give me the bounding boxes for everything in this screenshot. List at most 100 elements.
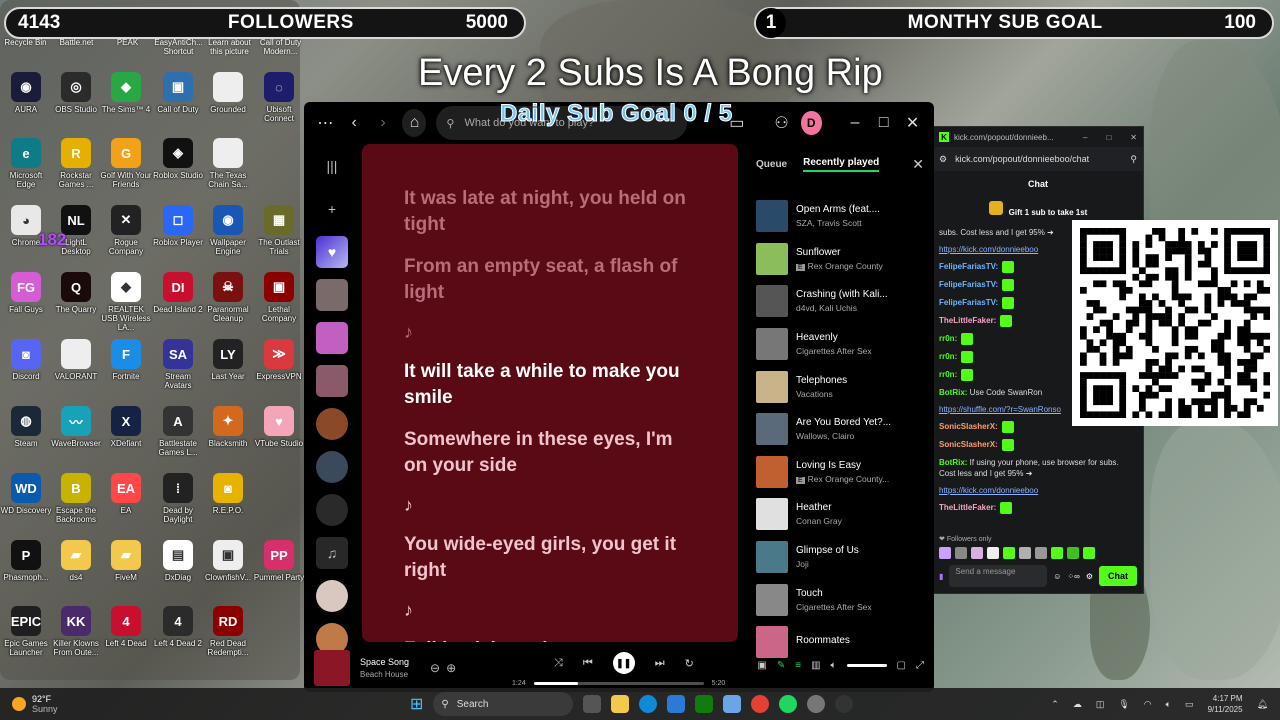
kicks-icon[interactable]: ⁘∞ <box>1067 572 1079 581</box>
emote-icon[interactable] <box>1035 547 1047 559</box>
desktop-icon[interactable]: Q The Quarry <box>50 272 102 314</box>
obs-icon[interactable] <box>835 695 854 713</box>
edge-icon[interactable] <box>639 695 658 713</box>
emote-icon[interactable] <box>939 547 951 559</box>
desktop-icon[interactable]: LY Last Year <box>202 339 254 381</box>
emote-icon[interactable] <box>987 547 999 559</box>
minimize-icon[interactable]: – <box>846 114 865 132</box>
desktop-icon[interactable]: ⁞ Dead by Daylight <box>152 473 204 524</box>
desktop-icon[interactable]: ◙ R.E.P.O. <box>202 473 254 515</box>
tab-queue[interactable]: Queue <box>756 159 787 170</box>
spotify-icon[interactable] <box>779 695 798 713</box>
track-row[interactable]: Telephones Vacations <box>756 365 924 408</box>
home-icon[interactable]: ⌂ <box>402 109 427 137</box>
lyrics-icon[interactable]: ✎ <box>777 660 785 671</box>
desktop-icon[interactable]: ✕ Rogue Company <box>100 205 152 256</box>
desktop-icon[interactable]: A Battlestate Games L... <box>152 406 204 457</box>
desktop-icon[interactable]: The Texas Chain Sa... <box>202 138 254 189</box>
desktop-icon[interactable]: ♥ VTube Studio <box>253 406 305 448</box>
back-icon[interactable]: ‹ <box>345 114 364 132</box>
lyric-line[interactable]: ♪ <box>404 322 696 343</box>
add-icon[interactable]: ⊕ <box>446 661 456 675</box>
desktop-icon[interactable]: ▦ The Outlast Trials <box>253 205 305 256</box>
chat-username[interactable]: TheLittleFaker: <box>939 503 996 512</box>
desktop-icon[interactable]: ◉ Wallpaper Engine <box>202 205 254 256</box>
chat-username[interactable]: FelipeFariasTV: <box>939 298 998 307</box>
taskbar-search[interactable]: ⚲ Search <box>433 692 574 716</box>
desktop-icon[interactable]: 4 Left 4 Dead <box>100 606 152 648</box>
desktop-icon[interactable]: DI Dead Island 2 <box>152 272 204 314</box>
track-row[interactable]: Loving Is Easy E Rex Orange County... <box>756 451 924 494</box>
chat-username[interactable]: SonicSlasherX: <box>939 440 998 449</box>
chat-username[interactable]: BotRix: <box>939 388 967 397</box>
desktop-icon-label[interactable]: Call of Duty Modern... <box>255 38 306 56</box>
shuffle-icon[interactable]: ⤨ <box>554 657 563 670</box>
site-info-icon[interactable]: ⚙ <box>939 154 947 165</box>
friends-icon[interactable]: ⚇ <box>772 113 791 133</box>
desktop-icon-label[interactable]: Learn about this picture <box>204 38 255 56</box>
previous-icon[interactable]: ⏮ <box>583 657 593 670</box>
artist-avatar[interactable] <box>316 408 348 440</box>
lyric-line[interactable]: You wide-eyed girls, you get it right <box>404 532 696 584</box>
lyric-line[interactable]: ♪ <box>404 495 696 516</box>
repeat-icon[interactable]: ↻ <box>685 657 694 670</box>
maximize-icon[interactable]: □ <box>874 114 893 132</box>
emote-icon[interactable] <box>1051 547 1063 559</box>
desktop-icon[interactable]: ≫ ExpressVPN <box>253 339 305 381</box>
notifications-icon[interactable]: 🔔︎ <box>1257 699 1268 710</box>
desktop-icon[interactable]: F Fortnite <box>100 339 152 381</box>
emote-icon[interactable] <box>971 547 983 559</box>
now-playing-artist[interactable]: Beach House <box>360 670 420 679</box>
desktop-icon[interactable]: 〰 WaveBrowser <box>50 406 102 448</box>
chat-message[interactable]: https://kick.com/donnieeboo <box>939 485 1137 496</box>
desktop-icon[interactable]: EA EA <box>100 473 152 515</box>
desktop-icon[interactable]: EPIC Epic Games Launcher <box>0 606 52 657</box>
artist-avatar[interactable] <box>316 494 348 526</box>
emote-icon[interactable] <box>955 547 967 559</box>
track-row[interactable]: Touch Cigarettes After Sex <box>756 578 924 621</box>
file-explorer-icon[interactable] <box>611 695 630 713</box>
desktop-icon-label[interactable]: Recycle Bin <box>0 38 51 56</box>
desktop-icon[interactable]: ▣ Call of Duty <box>152 72 204 114</box>
desktop-icon[interactable]: ◆ REALTEK USB Wireless LA... <box>100 272 152 332</box>
close-icon[interactable]: ✕ <box>1130 133 1137 142</box>
onedrive-icon[interactable]: ☁ <box>1073 699 1082 710</box>
chat-message[interactable]: BotRix: If using your phone, use browser… <box>939 457 1137 479</box>
desktop-icon[interactable]: ◻ Roblox Player <box>152 205 204 247</box>
settings-icon[interactable] <box>807 695 826 713</box>
playlist-cover[interactable] <box>316 365 348 397</box>
queue-icon[interactable]: ≡ <box>795 660 801 671</box>
desktop-icon[interactable]: RD Red Dead Redempti... <box>202 606 254 657</box>
chat-username[interactable]: SonicSlasherX: <box>939 422 998 431</box>
desktop-icon[interactable]: ▤ DxDiag <box>152 540 204 582</box>
track-row[interactable]: Heavenly Cigarettes After Sex <box>756 323 924 366</box>
mic-icon[interactable]: 🎙︎ <box>1118 699 1129 710</box>
desktop-icon[interactable]: PP Pummel Party <box>253 540 305 582</box>
desktop-icon[interactable]: ◉ AURA <box>0 72 52 114</box>
now-playing-cover[interactable] <box>314 650 350 686</box>
minimize-icon[interactable]: – <box>1083 133 1087 142</box>
desktop-icon[interactable]: R Rockstar Games ... <box>50 138 102 189</box>
desktop-icon[interactable]: KK Killer Klowns From Oute... <box>50 606 102 657</box>
progress-bar[interactable] <box>533 682 704 685</box>
emote-icon[interactable] <box>1083 547 1095 559</box>
playlist-cover[interactable] <box>316 322 348 354</box>
chat-text[interactable]: https://kick.com/donnieeboo <box>939 245 1038 254</box>
next-icon[interactable]: ⏭ <box>655 657 665 670</box>
lyric-line[interactable]: Fall back into place <box>404 637 696 642</box>
desktop-icon[interactable]: SA Stream Avatars <box>152 339 204 390</box>
weather-widget[interactable]: 92°F Sunny <box>0 694 58 714</box>
emote-icon[interactable] <box>1067 547 1079 559</box>
desktop-icon[interactable]: ▣ ClownfishV... <box>202 540 254 582</box>
chat-username[interactable]: TheLittleFaker: <box>939 316 996 325</box>
desktop-icon[interactable]: X XDefiant <box>100 406 152 448</box>
artist-avatar[interactable] <box>316 580 348 612</box>
chat-username[interactable]: FelipeFariasTV: <box>939 280 998 289</box>
chat-username[interactable]: BotRix: <box>939 458 967 467</box>
lyric-line[interactable]: It will take a while to make you smile <box>404 359 696 411</box>
chat-send-button[interactable]: Chat <box>1099 566 1137 586</box>
forward-icon[interactable]: › <box>374 114 393 132</box>
library-icon[interactable]: ||| <box>316 150 348 182</box>
chat-username[interactable]: rr0n: <box>939 352 957 361</box>
desktop-icon[interactable]: ◌ Ubisoft Connect <box>253 72 305 123</box>
